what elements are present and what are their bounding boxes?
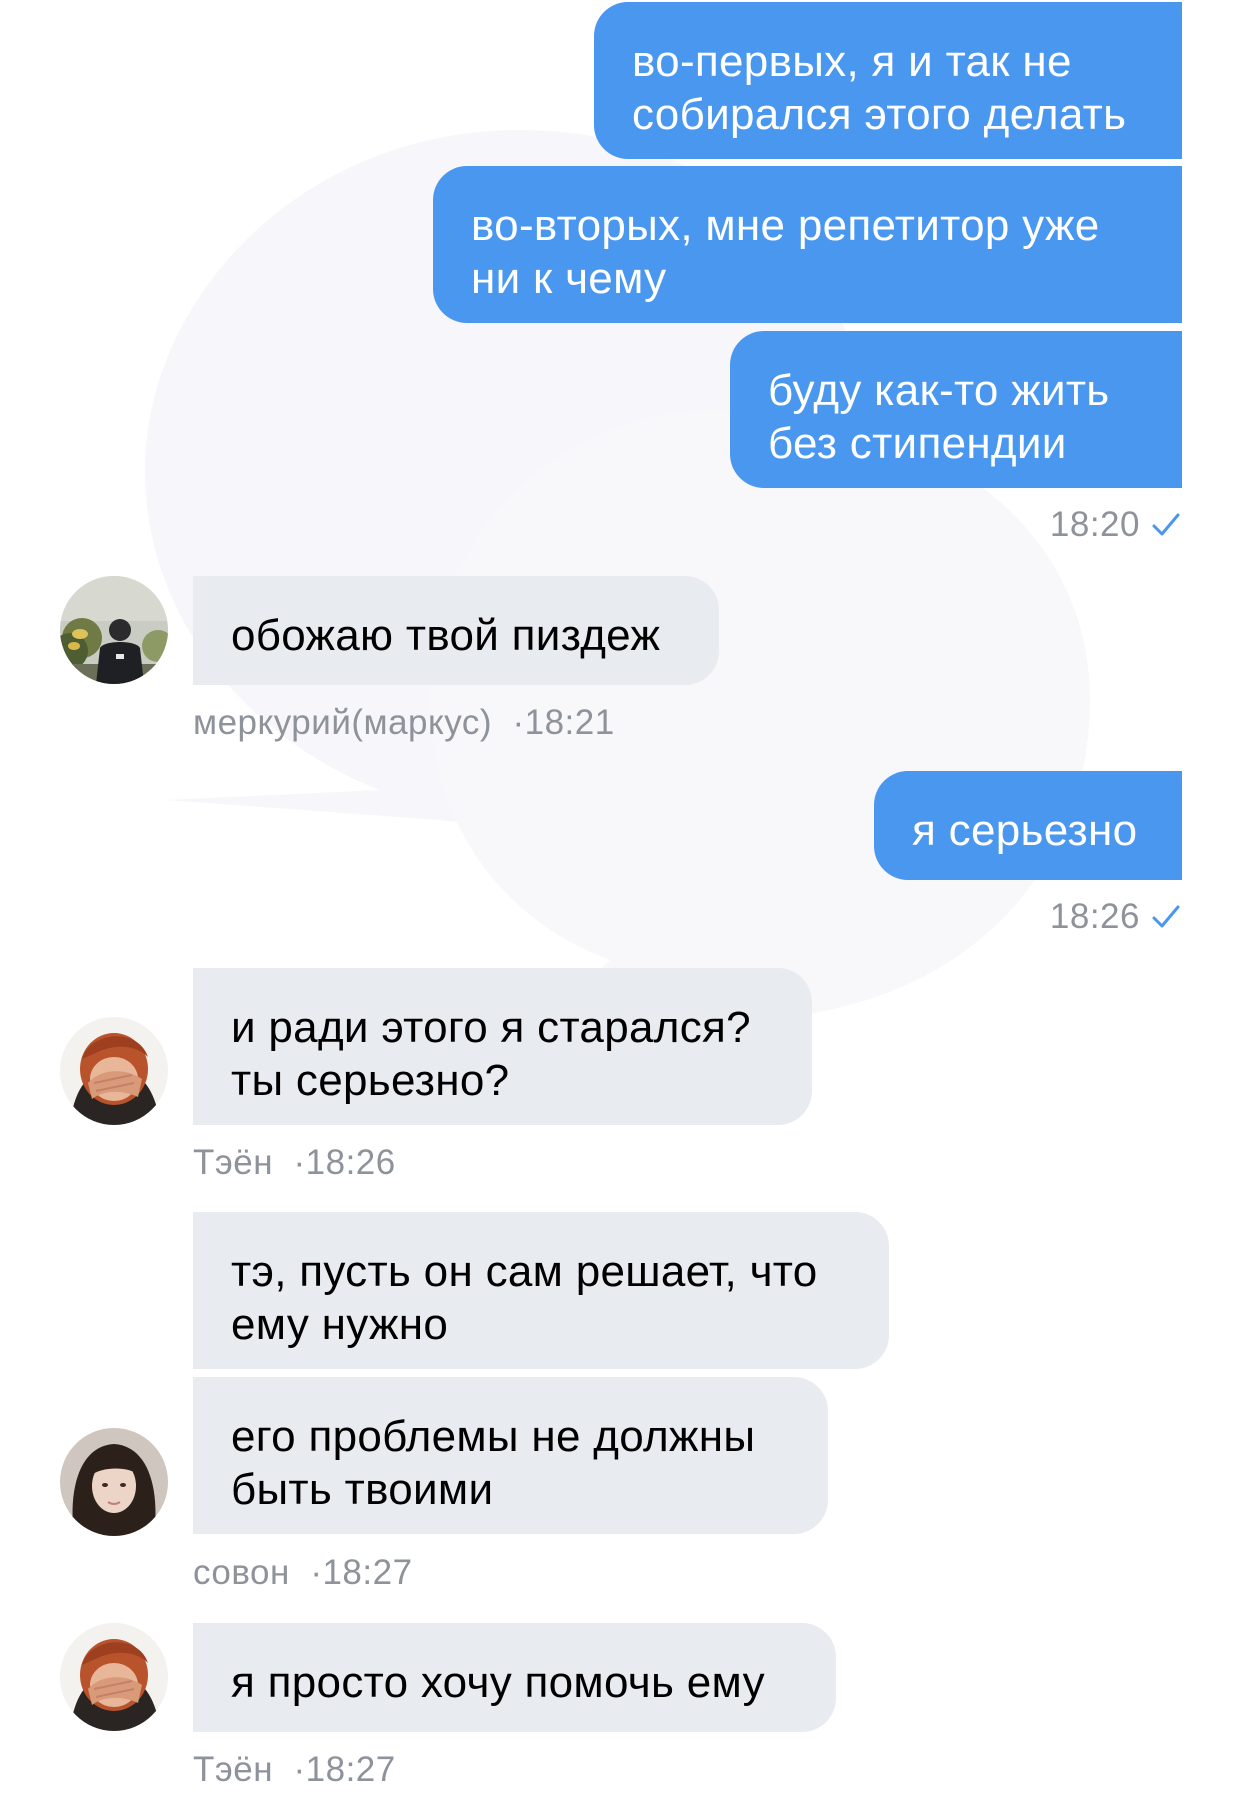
sender-name[interactable]: меркурий(маркус) [193, 703, 492, 742]
avatar[interactable] [60, 1428, 168, 1536]
sender-name[interactable]: совон [193, 1553, 290, 1592]
sender-meta: совон ·18:27 [193, 1553, 413, 1593]
time-text: 18:21 [524, 703, 615, 742]
outgoing-message-bubble[interactable]: во-первых, я и так не собирался этого де… [594, 2, 1182, 159]
check-icon [1152, 905, 1180, 928]
meta-separator: · [293, 1143, 306, 1182]
incoming-message-bubble[interactable]: обожаю твой пиздеж [193, 576, 719, 685]
time-text: 18:26 [1049, 897, 1140, 936]
message-timestamp: 18:26 [1050, 897, 1180, 937]
sender-meta: Тэён ·18:26 [193, 1143, 396, 1183]
outgoing-message-bubble[interactable]: я серьезно [874, 771, 1182, 880]
time-text: 18:26 [305, 1143, 396, 1182]
incoming-message-bubble[interactable]: и ради этого я старался? ты серьезно? [193, 968, 812, 1125]
time-text: 18:20 [1049, 505, 1140, 544]
sender-name[interactable]: Тэён [193, 1750, 273, 1789]
meta-separator: · [310, 1553, 323, 1592]
meta-separator: · [293, 1750, 306, 1789]
message-timestamp: 18:20 [1050, 505, 1180, 545]
incoming-message-bubble[interactable]: я просто хочу помочь ему [193, 1623, 836, 1732]
check-icon [1152, 513, 1180, 536]
incoming-message-bubble[interactable]: тэ, пусть он сам решает, что ему нужно [193, 1212, 889, 1369]
meta-separator: · [512, 703, 525, 742]
outgoing-message-bubble[interactable]: во-вторых, мне репетитор уже ни к чему [433, 166, 1182, 323]
sender-meta: меркурий(маркус) ·18:21 [193, 703, 615, 743]
avatar[interactable] [60, 1623, 168, 1731]
outgoing-message-bubble[interactable]: буду как-то жить без стипендии [730, 331, 1182, 488]
avatar[interactable] [60, 1017, 168, 1125]
sender-meta: Тэён ·18:27 [193, 1750, 396, 1790]
sender-name[interactable]: Тэён [193, 1143, 273, 1182]
time-text: 18:27 [305, 1750, 396, 1789]
time-text: 18:27 [322, 1553, 413, 1592]
avatar[interactable] [60, 576, 168, 684]
incoming-message-bubble[interactable]: его проблемы не должны быть твоими [193, 1377, 828, 1534]
